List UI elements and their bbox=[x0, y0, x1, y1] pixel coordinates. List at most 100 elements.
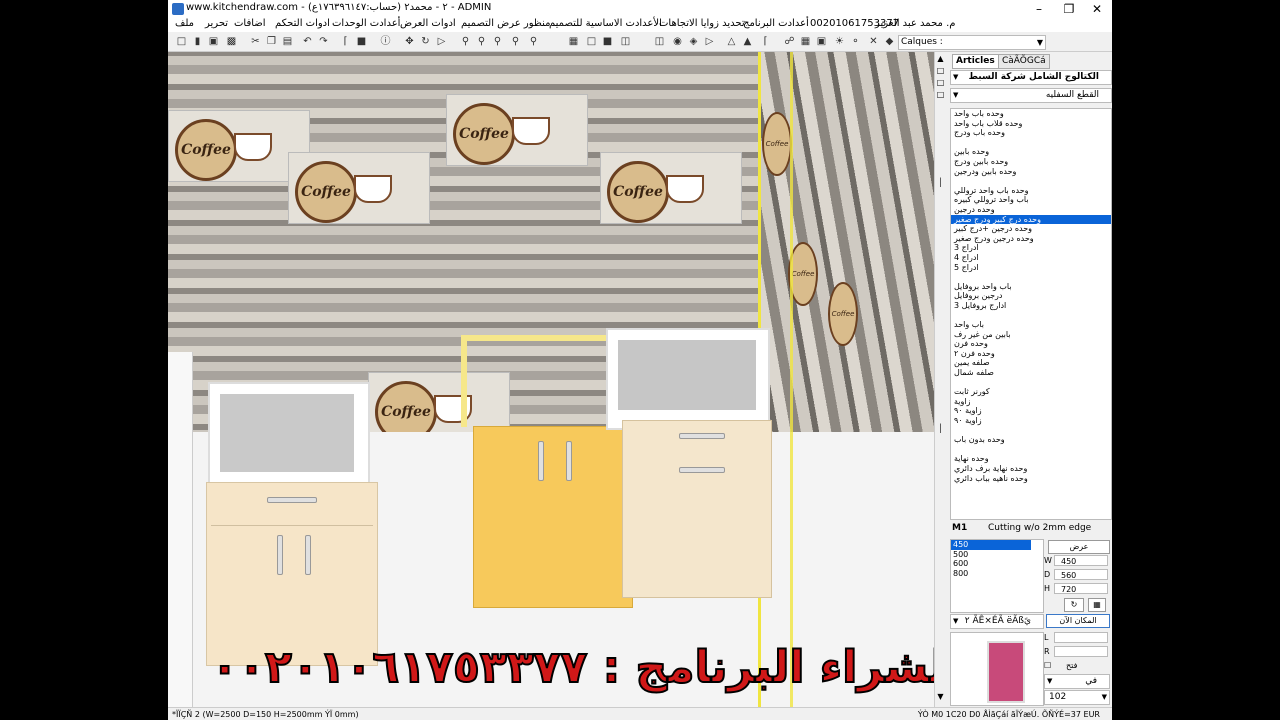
layer-tool-icon[interactable]: □ bbox=[936, 66, 945, 75]
scroll-handle[interactable]: │ bbox=[936, 424, 945, 433]
undo-icon[interactable]: ↶ bbox=[302, 36, 313, 47]
measure-icon[interactable]: ▦ bbox=[800, 36, 811, 47]
article-list[interactable]: وحده باب واحد وحده قلاب باب واحد وحده باب … bbox=[950, 108, 1112, 520]
category-select[interactable]: القطع السفليه ▼ bbox=[950, 88, 1112, 103]
redo-icon[interactable]: ↷ bbox=[318, 36, 329, 47]
list-item[interactable]: وحده درجين bbox=[951, 205, 1111, 215]
list-item[interactable]: وحده قلاب باب واحد bbox=[951, 119, 1111, 129]
width-option[interactable]: 600 bbox=[951, 559, 1043, 569]
cabinet-1-front[interactable] bbox=[206, 482, 378, 666]
placement-select[interactable]: يًÃÊ×ÉÃ ëÃß ٢ ▼ bbox=[950, 614, 1044, 629]
list-item[interactable]: وحده فرن ٢ bbox=[951, 349, 1111, 359]
elevation-icon[interactable]: □ bbox=[586, 36, 597, 47]
mirror-icon[interactable]: ▷ bbox=[436, 36, 447, 47]
minimize-button[interactable]: – bbox=[1024, 0, 1054, 18]
open-option[interactable]: ☐ فتح bbox=[1044, 660, 1110, 672]
cut-icon[interactable]: ✂ bbox=[250, 36, 261, 47]
list-item[interactable]: وحده درجين +درج كبير bbox=[951, 224, 1111, 234]
depth-field[interactable]: 560 bbox=[1054, 569, 1108, 580]
menu-perspective[interactable]: منظور عرض التصميم bbox=[461, 18, 550, 29]
width-option[interactable]: 800 bbox=[951, 569, 1043, 579]
list-item[interactable]: صلفه شمال bbox=[951, 368, 1111, 378]
width-list[interactable]: 450 500 600 800 bbox=[950, 539, 1044, 613]
tab-articles[interactable]: Articles bbox=[952, 54, 999, 69]
list-item[interactable]: وحده فرن bbox=[951, 339, 1111, 349]
scroll-up-icon[interactable]: ▲ bbox=[936, 54, 945, 63]
3d-viewport[interactable]: Coffee Coffee Coffee Coffee Coffee Coffe… bbox=[168, 52, 934, 707]
width-field[interactable]: 450 bbox=[1054, 555, 1108, 566]
list-item[interactable]: وحده بدون باب bbox=[951, 435, 1111, 445]
list-item[interactable]: وحده بابين ودرجين bbox=[951, 167, 1111, 177]
dim-depth[interactable]: D 560 bbox=[1044, 569, 1110, 581]
list-item[interactable]: باب واحد bbox=[951, 320, 1111, 330]
refresh-icon[interactable]: ↻ bbox=[1064, 598, 1084, 612]
menu-angles[interactable]: تحديد زوايا الاتجاهات bbox=[659, 18, 745, 29]
layer-tool-icon[interactable]: □ bbox=[936, 78, 945, 87]
door-select[interactable]: في ▼ bbox=[1044, 674, 1110, 689]
layers-icon[interactable]: ◆ bbox=[884, 36, 895, 47]
list-item[interactable]: زاوية ٩٠ bbox=[951, 406, 1111, 416]
list-item[interactable]: وحده نهاية برف دائري bbox=[951, 464, 1111, 474]
menu-units[interactable]: أعدادت الوحدات bbox=[332, 18, 400, 29]
dim-height[interactable]: H 720 bbox=[1044, 583, 1110, 595]
width-option[interactable]: 500 bbox=[951, 550, 1043, 560]
list-item[interactable]: وحده باب واحد bbox=[951, 109, 1111, 119]
place-now-button[interactable]: المكان الآن bbox=[1046, 614, 1110, 628]
info-icon[interactable]: ⓘ bbox=[380, 36, 391, 47]
list-item[interactable]: وحده باب ودرج bbox=[951, 128, 1111, 138]
plan-view-icon[interactable]: ▦ bbox=[568, 36, 579, 47]
open-checkbox[interactable]: ☐ bbox=[1044, 660, 1051, 672]
list-item[interactable]: وحده نهاية bbox=[951, 454, 1111, 464]
delete-icon[interactable]: ☍ bbox=[784, 36, 795, 47]
right-option[interactable]: R bbox=[1044, 646, 1110, 658]
menu-addons[interactable]: اضافات bbox=[234, 18, 266, 29]
list-item[interactable]: زاوية bbox=[951, 397, 1111, 407]
tab-second[interactable]: CàÃÕGCá bbox=[998, 54, 1050, 69]
maximize-button[interactable]: ❐ bbox=[1054, 0, 1084, 18]
zoom-icon[interactable]: ⚲ bbox=[460, 36, 471, 47]
zoom-in-icon[interactable]: ⚲ bbox=[492, 36, 503, 47]
list-item[interactable]: وحده بابين bbox=[951, 147, 1111, 157]
list-item[interactable]: باب واحد تروللي كبيره bbox=[951, 195, 1111, 205]
rotate-icon[interactable]: ↻ bbox=[420, 36, 431, 47]
render-icon[interactable]: ■ bbox=[602, 36, 613, 47]
right-field[interactable] bbox=[1054, 646, 1108, 657]
height-field[interactable]: 720 bbox=[1054, 583, 1108, 594]
code-select[interactable]: 102 ▼ bbox=[1044, 690, 1110, 705]
move-icon[interactable]: ✥ bbox=[404, 36, 415, 47]
list-item[interactable]: وحده درجين ودرج صغير bbox=[951, 234, 1111, 244]
cabinet-2-front[interactable] bbox=[473, 426, 633, 608]
cabinet-3-front[interactable] bbox=[622, 420, 772, 598]
play-icon[interactable]: ▷ bbox=[704, 36, 715, 47]
menu-controls[interactable]: ادوات التحكم bbox=[275, 18, 330, 29]
monitor-icon[interactable]: ▣ bbox=[816, 36, 827, 47]
paste-icon[interactable]: ▤ bbox=[282, 36, 293, 47]
list-item[interactable]: درجين بروفايل bbox=[951, 291, 1111, 301]
material-row[interactable]: M1 Cutting w/o 2mm edge bbox=[950, 522, 1110, 535]
zoom-fit-icon[interactable]: ⚲ bbox=[510, 36, 521, 47]
close-cross-icon[interactable]: ✕ bbox=[868, 36, 879, 47]
print-icon[interactable]: ▩ bbox=[226, 36, 237, 47]
menu-design-settings[interactable]: الأعدادت الاساسية للتصميم bbox=[549, 18, 662, 29]
close-button[interactable]: ✕ bbox=[1082, 0, 1112, 18]
scroll-handle[interactable]: │ bbox=[936, 178, 945, 187]
video-icon[interactable]: ◈ bbox=[688, 36, 699, 47]
list-item[interactable]: وحده درج كبير ودرج صغير bbox=[951, 214, 1111, 225]
list-item[interactable]: ادراج 3 bbox=[951, 243, 1111, 253]
list-item[interactable]: باب واحد بروفايل bbox=[951, 282, 1111, 292]
calques-select[interactable]: Calques : ▼ bbox=[898, 35, 1046, 50]
list-item[interactable]: ادارج بروفايل 3 bbox=[951, 301, 1111, 311]
list-item[interactable]: وحده باب واحد تروللي bbox=[951, 186, 1111, 196]
list-item[interactable]: زاوية ٩٠ bbox=[951, 416, 1111, 426]
list-item[interactable]: ادراج 4 bbox=[951, 253, 1111, 263]
open-icon[interactable]: ▮ bbox=[192, 36, 203, 47]
left-field[interactable] bbox=[1054, 632, 1108, 643]
camera-icon[interactable]: ◉ bbox=[672, 36, 683, 47]
menu-edit[interactable]: تحرير bbox=[205, 18, 228, 29]
zoom-out-icon[interactable]: ⚲ bbox=[476, 36, 487, 47]
texture-icon[interactable]: ▲ bbox=[742, 36, 753, 47]
light-bulb-icon[interactable]: ⚬ bbox=[850, 36, 861, 47]
menu-program-settings[interactable]: أعدادت البرنامج bbox=[743, 18, 809, 29]
list-item[interactable]: صلفه يمين bbox=[951, 358, 1111, 368]
list-item[interactable]: كورنر ثابت bbox=[951, 387, 1111, 397]
